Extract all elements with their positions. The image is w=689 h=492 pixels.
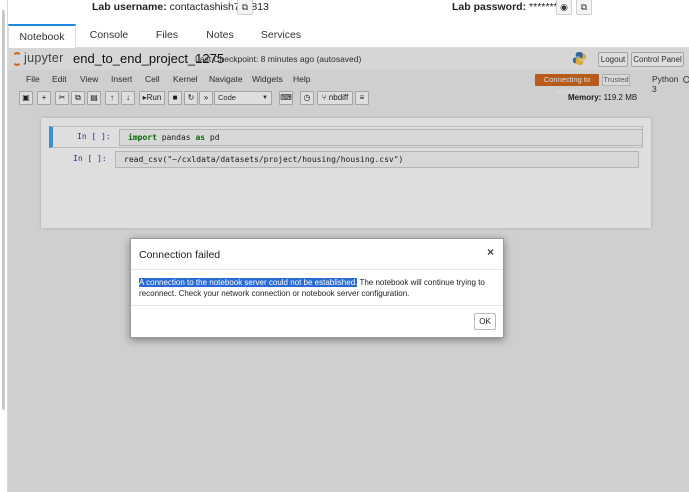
dialog-divider xyxy=(131,269,503,270)
dialog-message: A connection to the notebook server coul… xyxy=(139,277,499,299)
tab-notebook[interactable]: Notebook xyxy=(8,24,76,49)
lab-tabs: Notebook Console Files Notes Services xyxy=(8,24,689,49)
scrollbar-thumb[interactable] xyxy=(2,10,5,410)
dialog-title: Connection failed xyxy=(139,249,221,261)
copy-icon: ⧉ xyxy=(580,2,588,12)
connection-failed-dialog: Connection failed × A connection to the … xyxy=(130,238,504,338)
tab-services[interactable]: Services xyxy=(252,24,310,48)
lab-username-label: Lab username: xyxy=(92,1,167,13)
lab-password: Lab password: ********* xyxy=(452,1,566,13)
lab-password-label: Lab password: xyxy=(452,1,527,13)
selected-text: A connection to the notebook server coul… xyxy=(139,278,358,287)
copy-username-button[interactable]: ⧉ xyxy=(237,0,253,15)
lab-username-value: contactashish786813 xyxy=(169,1,269,13)
tab-console[interactable]: Console xyxy=(80,24,138,48)
ok-button[interactable]: OK xyxy=(474,313,496,330)
close-icon[interactable]: × xyxy=(487,245,494,259)
copy-password-button[interactable]: ⧉ xyxy=(576,0,592,15)
show-password-button[interactable]: ◉ xyxy=(556,0,572,15)
copy-icon: ⧉ xyxy=(241,2,249,12)
lab-credentials-bar: Lab username: contactashish786813 ⧉ Lab … xyxy=(8,0,689,20)
tab-files[interactable]: Files xyxy=(144,24,190,48)
dialog-divider xyxy=(131,305,503,306)
eye-icon: ◉ xyxy=(560,2,568,12)
page-scrollbar[interactable] xyxy=(0,0,8,492)
tab-notes[interactable]: Notes xyxy=(196,24,244,48)
